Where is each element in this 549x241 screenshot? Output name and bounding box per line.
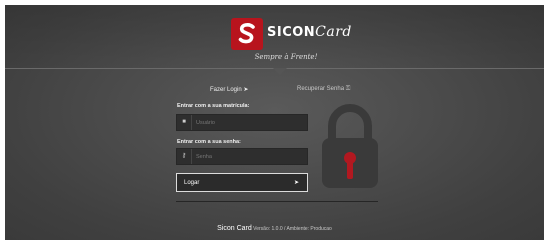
password-field-label: Entrar com a sua senha: [177,139,241,145]
user-input-group: ■ [176,114,308,131]
sign-in-icon: ➤ [293,180,299,186]
header-notch [273,68,287,75]
password-input-group: ⚷ [176,148,308,165]
login-button-label: Logar [184,179,200,186]
tab-login[interactable]: Fazer Login ➤ [210,86,248,93]
user-icon: ■ [177,115,192,130]
slogan: Sempre à Frente! [254,53,318,61]
logo: SICONCard [231,18,351,50]
tab-recover-label: Recuperar Senha [297,86,345,92]
footer-version: Versão: 1.0.0 / Ambiente: Producao [253,226,332,232]
logo-s-mark-icon [231,18,263,50]
login-button[interactable]: Logar ➤ [176,173,308,192]
padlock-icon [322,104,378,188]
logo-text: SICONCard [267,24,352,40]
user-field-label: Entrar com a sua matrícula: [177,103,250,109]
tab-login-label: Fazer Login [210,87,242,93]
footer-brand: Sicon Card [217,225,252,232]
key-icon: ⚷ [177,149,192,164]
footer-divider [176,201,378,202]
key-icon: ⚿ [345,86,351,92]
tab-recover-password[interactable]: Recuperar Senha ⚿ [297,86,350,93]
password-input[interactable] [196,151,304,162]
username-input[interactable] [196,117,304,128]
footer: Sicon Card Versão: 1.0.0 / Ambiente: Pro… [0,225,549,232]
sign-in-icon: ➤ [243,87,249,93]
